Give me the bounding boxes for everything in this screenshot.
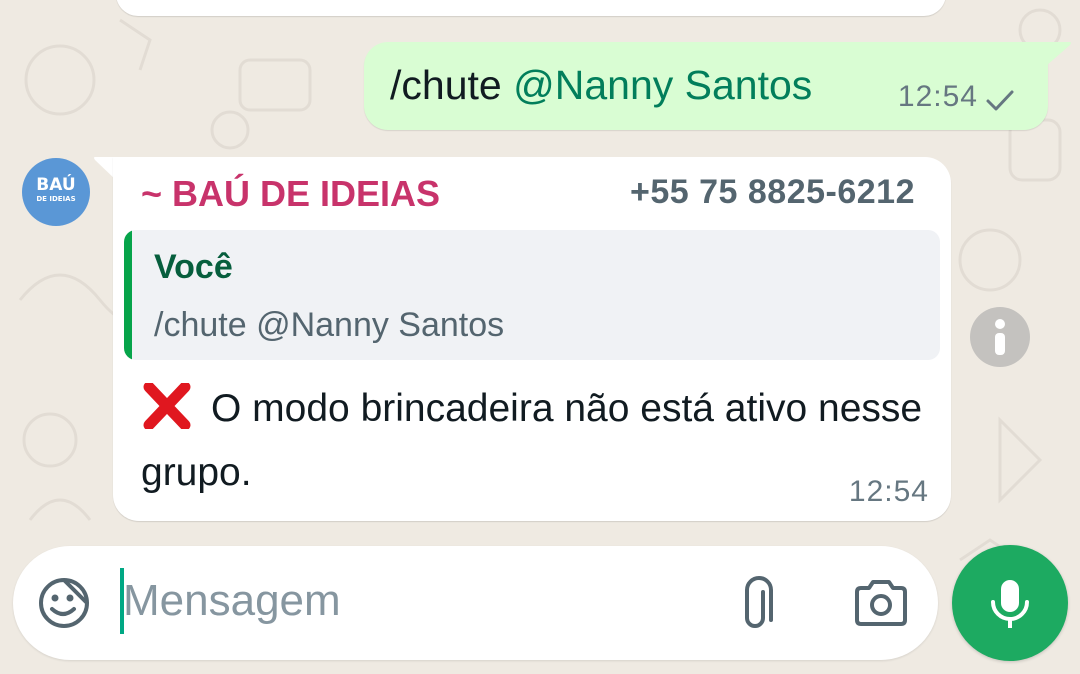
red-x-icon: [141, 381, 193, 431]
avatar-text-line2: DE IDEIAS: [36, 195, 76, 203]
incoming-message-bubble[interactable]: ~ BAÚ DE IDEIAS +55 75 8825-6212 Você /c…: [113, 157, 951, 521]
quoted-message[interactable]: Você /chute @Nanny Santos: [124, 230, 940, 360]
camera-button[interactable]: [853, 578, 909, 628]
sender-avatar[interactable]: BAÚ DE IDEIAS: [22, 158, 90, 226]
voice-record-button[interactable]: [952, 545, 1068, 661]
attach-button[interactable]: [737, 576, 781, 632]
incoming-message-text: O modo brincadeira não está ativo nesse …: [141, 387, 923, 494]
microphone-icon: [991, 580, 1029, 628]
incoming-message-time: 12:54: [848, 475, 929, 508]
paperclip-icon: [745, 576, 773, 628]
quote-author: Você: [154, 248, 233, 286]
quote-text: /chute @Nanny Santos: [154, 306, 505, 344]
sender-phone[interactable]: +55 75 8825-6212: [630, 173, 915, 212]
avatar-text-line1: BAÚ: [36, 175, 76, 195]
sticker-button[interactable]: [37, 576, 91, 630]
outgoing-message-time: 12:54: [897, 80, 978, 113]
camera-icon: [855, 580, 907, 626]
message-composer: [13, 546, 938, 660]
message-input[interactable]: [123, 568, 683, 634]
single-check-icon: [984, 86, 1016, 111]
command-text: /chute: [390, 62, 502, 108]
message-info-button[interactable]: [970, 307, 1030, 367]
mention-link[interactable]: @Nanny Santos: [513, 62, 812, 108]
outgoing-message-meta: 12:54: [898, 80, 1016, 114]
outgoing-bubble-tail: [1046, 42, 1071, 66]
outgoing-message-text: /chute @Nanny Santos: [390, 62, 812, 109]
sticker-icon: [39, 578, 89, 628]
sender-name[interactable]: ~ BAÚ DE IDEIAS: [141, 173, 440, 215]
outgoing-message-bubble[interactable]: /chute @Nanny Santos 12:54: [364, 42, 1048, 130]
incoming-message-body: O modo brincadeira não está ativo nesse …: [141, 377, 931, 505]
info-icon: [995, 319, 1005, 355]
previous-message-bubble[interactable]: [116, 0, 946, 16]
quote-accent-bar: [124, 230, 132, 360]
